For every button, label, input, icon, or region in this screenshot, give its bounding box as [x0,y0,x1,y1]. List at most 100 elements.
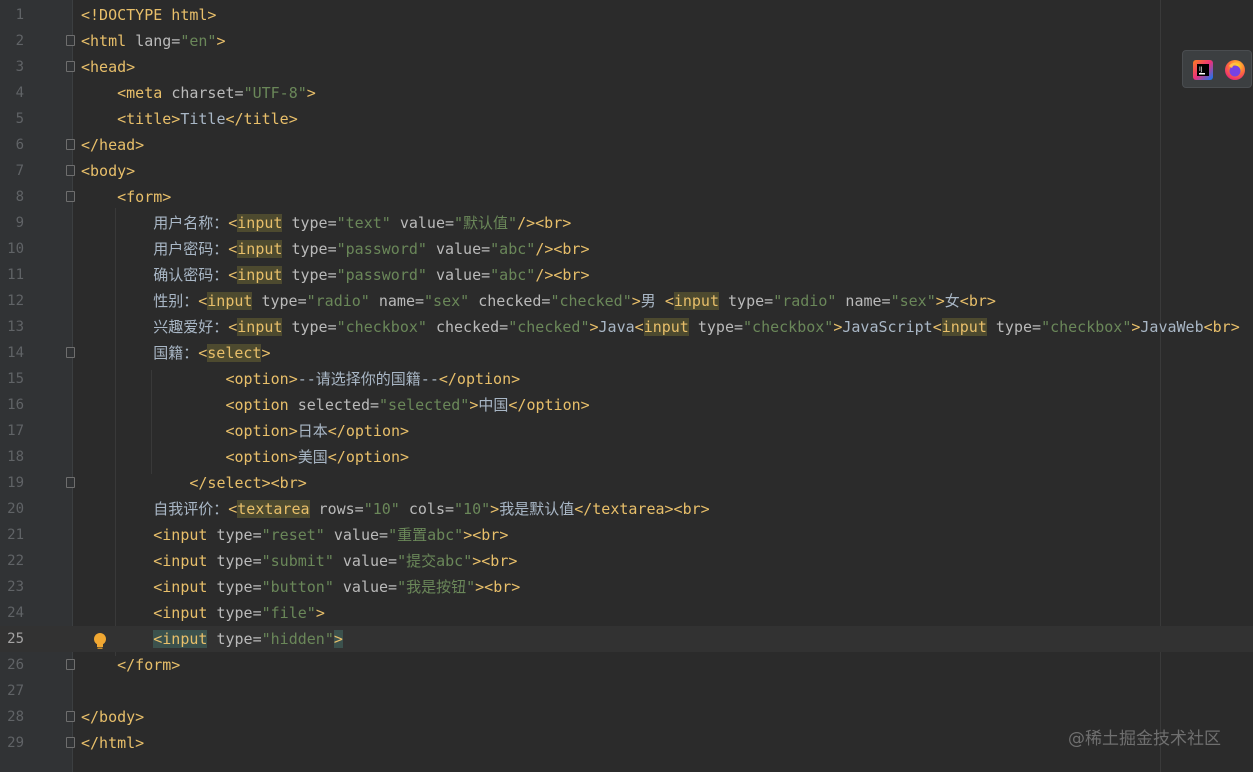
code-line[interactable]: 11 确认密码：<input type="password" value="ab… [0,262,1253,288]
code-line[interactable]: 13 兴趣爱好：<input type="checkbox" checked="… [0,314,1253,340]
watermark-text: @稀土掘金技术社区 [1068,729,1221,749]
code-line[interactable]: 22 <input type="submit" value="提交abc"><b… [0,548,1253,574]
code-line[interactable]: 18 <option>美国</option> [0,444,1253,470]
code-text: <option>美国</option> [225,448,410,466]
code-text: 用户名称：<input type="text" value="默认值"/><br… [81,214,572,232]
line-number: 29 [7,735,24,751]
code-text: <body> [81,162,136,180]
line-number: 15 [7,371,24,387]
code-line[interactable]: 29 </html> [0,730,1253,756]
code-text: </html> [81,734,145,752]
fold-marker-icon[interactable] [66,711,75,722]
code-line[interactable]: 4 <meta charset="UTF-8"> [0,80,1253,106]
code-line[interactable]: 19 </select><br> [0,470,1253,496]
code-text: </head> [81,136,145,154]
line-number: 24 [7,605,24,621]
code-line[interactable]: 8 <form> [0,184,1253,210]
code-line[interactable]: 5 <title>Title</title> [0,106,1253,132]
fold-marker-icon[interactable] [66,35,75,46]
code-line[interactable]: 7 <body> [0,158,1253,184]
fold-marker-icon[interactable] [66,139,75,150]
browser-preview-toolbar: IJ [1182,50,1252,88]
code-line[interactable]: 2 <html lang="en"> [0,28,1253,54]
line-number: 7 [15,163,24,179]
line-number: 10 [7,241,24,257]
fold-marker-icon[interactable] [66,737,75,748]
line-number: 5 [15,111,24,127]
code-line[interactable]: 1 <!DOCTYPE html> [0,2,1253,28]
code-text: 兴趣爱好：<input type="checkbox" checked="che… [81,318,1240,336]
line-number: 6 [15,137,24,153]
code-line[interactable]: 16 <option selected="selected">中国</optio… [0,392,1253,418]
code-text: 用户密码：<input type="password" value="abc"/… [81,240,590,258]
line-number: 17 [7,423,24,439]
code-line[interactable]: 14 国籍：<select> [0,340,1253,366]
line-number: 22 [7,553,24,569]
line-number: 16 [7,397,24,413]
line-number: 20 [7,501,24,517]
code-line[interactable]: 9 用户名称：<input type="text" value="默认值"/><… [0,210,1253,236]
code-line[interactable]: 3 <head> [0,54,1253,80]
code-line[interactable]: 10 用户密码：<input type="password" value="ab… [0,236,1253,262]
code-text: </select><br> [189,474,307,492]
code-line[interactable]: 23 <input type="button" value="我是按钮"><br… [0,574,1253,600]
line-number: 18 [7,449,24,465]
line-number: 12 [7,293,24,309]
fold-marker-icon[interactable] [66,165,75,176]
code-text: 自我评价：<textarea rows="10" cols="10">我是默认值… [81,500,710,518]
line-number: 9 [15,215,24,231]
fold-marker-icon[interactable] [66,191,75,202]
code-text: <option selected="selected">中国</option> [225,396,590,414]
line-number: 3 [15,59,24,75]
code-line[interactable]: 28 </body> [0,704,1253,730]
code-text: <meta charset="UTF-8"> [117,84,316,102]
code-text: <input type="reset" value="重置abc"><br> [153,526,509,544]
code-text: <input type="submit" value="提交abc"><br> [153,552,518,570]
firefox-browser-icon[interactable] [1223,58,1247,82]
fold-marker-icon[interactable] [66,347,75,358]
code-line[interactable]: 26 </form> [0,652,1253,678]
line-number: 1 [15,7,24,23]
code-line[interactable]: 21 <input type="reset" value="重置abc"><br… [0,522,1253,548]
svg-text:IJ: IJ [1199,66,1203,73]
line-number: 26 [7,657,24,673]
line-number: 13 [7,319,24,335]
line-number: 25 [7,631,24,647]
code-text: <form> [117,188,172,206]
code-line[interactable]: 25 <input type="hidden"> [0,626,1253,652]
fold-marker-icon[interactable] [66,61,75,72]
code-line[interactable]: 12 性别：<input type="radio" name="sex" che… [0,288,1253,314]
code-text: <input type="button" value="我是按钮"><br> [153,578,521,596]
line-number: 4 [15,85,24,101]
code-line[interactable]: 6 </head> [0,132,1253,158]
code-line[interactable]: 27 [0,678,1253,704]
intellij-browser-icon[interactable]: IJ [1191,58,1215,82]
code-text: <option>日本</option> [225,422,410,440]
line-number: 28 [7,709,24,725]
line-number: 23 [7,579,24,595]
code-line[interactable]: 20 自我评价：<textarea rows="10" cols="10">我是… [0,496,1253,522]
code-text: <input type="hidden"> [153,630,343,648]
code-text: </body> [81,708,145,726]
fold-marker-icon[interactable] [66,477,75,488]
code-line[interactable]: 15 <option>--请选择你的国籍--</option> [0,366,1253,392]
line-number: 8 [15,189,24,205]
code-text: <input type="file"> [153,604,325,622]
code-text: 确认密码：<input type="password" value="abc"/… [81,266,590,284]
line-number: 21 [7,527,24,543]
code-text: </form> [117,656,181,674]
code-editor[interactable]: 1 <!DOCTYPE html> 2 <html lang="en"> 3 <head>… [0,0,1253,772]
line-number: 2 [15,33,24,49]
code-text: <!DOCTYPE html> [81,6,217,24]
code-text: <head> [81,58,136,76]
line-number: 14 [7,345,24,361]
line-number: 11 [7,267,24,283]
line-number: 27 [7,683,24,699]
code-text: <html lang="en"> [81,32,226,50]
line-number: 19 [7,475,24,491]
code-text: 国籍：<select> [81,344,271,362]
code-line[interactable]: 24 <input type="file"> [0,600,1253,626]
fold-marker-icon[interactable] [66,659,75,670]
code-line[interactable]: 17 <option>日本</option> [0,418,1253,444]
code-text: <option>--请选择你的国籍--</option> [225,370,521,388]
